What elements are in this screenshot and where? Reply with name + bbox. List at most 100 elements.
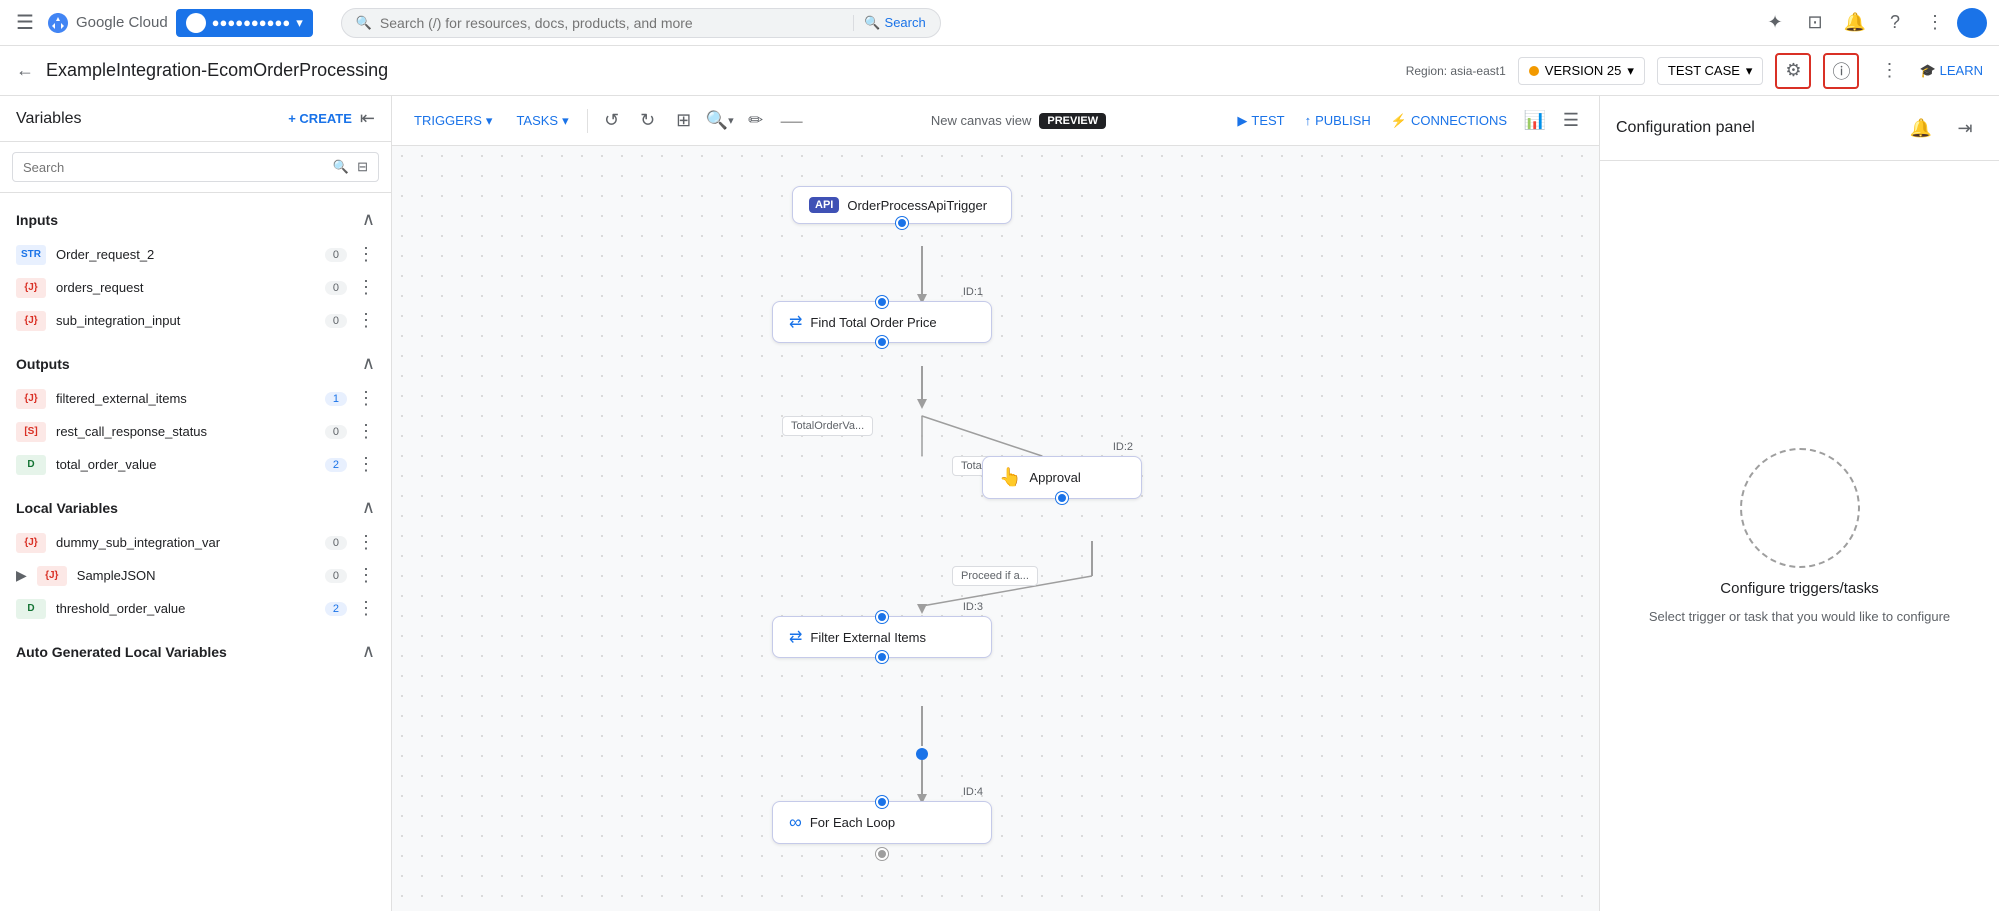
var-more-icon[interactable]: ⋮ bbox=[357, 454, 375, 475]
node-input-dot bbox=[876, 796, 888, 808]
new-canvas-toggle: New canvas view PREVIEW bbox=[931, 113, 1106, 129]
local-vars-section-header[interactable]: Local Variables ∧ bbox=[0, 489, 391, 526]
canvas-svg bbox=[392, 146, 1599, 911]
var-type-badge: {J} bbox=[16, 278, 46, 298]
pen-tool-button[interactable]: ✏ bbox=[740, 105, 772, 137]
version-label: VERSION 25 bbox=[1545, 63, 1622, 78]
top-nav: ☰ Google Cloud ⬡ ●●●●●●●●●● ▾ 🔍 🔍 Search… bbox=[0, 0, 1999, 46]
var-more-icon[interactable]: ⋮ bbox=[357, 388, 375, 409]
canvas-menu-button[interactable]: ☰ bbox=[1555, 105, 1587, 137]
learn-button[interactable]: 🎓 LEARN bbox=[1919, 63, 1983, 79]
publish-button[interactable]: ↑ PUBLISH bbox=[1297, 108, 1379, 133]
panel-expand-icon[interactable]: ⇥ bbox=[1947, 110, 1983, 146]
var-more-icon[interactable]: ⋮ bbox=[357, 244, 375, 265]
list-item[interactable]: [S] rest_call_response_status 0 ⋮ bbox=[0, 415, 391, 448]
connections-button[interactable]: ⚡ CONNECTIONS bbox=[1383, 108, 1515, 134]
learn-label: LEARN bbox=[1940, 63, 1983, 78]
redo-button[interactable]: ↻ bbox=[632, 105, 664, 137]
minus-button[interactable]: — bbox=[776, 105, 808, 137]
canvas-area: TRIGGERS ▾ TASKS ▾ ↺ ↻ ⊞ 🔍 ▾ ✏ — New can… bbox=[392, 96, 1599, 911]
ai-icon-btn[interactable]: ✦ bbox=[1757, 5, 1793, 41]
var-more-icon[interactable]: ⋮ bbox=[357, 532, 375, 553]
filter-icon[interactable]: ⊟ bbox=[357, 159, 368, 175]
layout-button[interactable]: ⊞ bbox=[668, 105, 700, 137]
inputs-section-header[interactable]: Inputs ∧ bbox=[0, 201, 391, 238]
edge-label-box: Proceed if a... bbox=[952, 566, 1038, 586]
help-icon-btn[interactable]: ? bbox=[1877, 5, 1913, 41]
global-search-bar: 🔍 🔍 Search bbox=[341, 8, 941, 38]
undo-button[interactable]: ↺ bbox=[596, 105, 628, 137]
expand-icon[interactable]: ▶ bbox=[16, 567, 27, 584]
triggers-button[interactable]: TRIGGERS ▾ bbox=[404, 108, 502, 134]
sidebar-title: Variables bbox=[16, 110, 82, 128]
publish-label: PUBLISH bbox=[1315, 113, 1371, 128]
sidebar-search: 🔍 ⊟ bbox=[0, 142, 391, 193]
canvas[interactable]: API OrderProcessApiTrigger ⇄ Find Total … bbox=[392, 146, 1599, 911]
chart-button[interactable]: 📊 bbox=[1519, 105, 1551, 137]
node-output-dot bbox=[896, 217, 908, 229]
var-ref-count: 0 bbox=[325, 536, 347, 550]
var-more-icon[interactable]: ⋮ bbox=[357, 310, 375, 331]
var-name: filtered_external_items bbox=[56, 391, 315, 406]
main-layout: Variables + CREATE ⇤ 🔍 ⊟ Inputs ∧ STR Or… bbox=[0, 96, 1999, 911]
var-ref-count: 1 bbox=[325, 392, 347, 406]
var-type-badge: D bbox=[16, 455, 46, 475]
var-more-icon[interactable]: ⋮ bbox=[357, 598, 375, 619]
version-selector[interactable]: VERSION 25 ▾ bbox=[1518, 57, 1645, 85]
list-item[interactable]: STR Order_request_2 0 ⋮ bbox=[0, 238, 391, 271]
list-item[interactable]: {J} orders_request 0 ⋮ bbox=[0, 271, 391, 304]
search-button[interactable]: 🔍 Search bbox=[853, 15, 925, 31]
find-total-order-price-node[interactable]: ⇄ Find Total Order Price ID:1 bbox=[772, 301, 992, 343]
var-more-icon[interactable]: ⋮ bbox=[357, 277, 375, 298]
panel-message-subtitle: Select trigger or task that you would li… bbox=[1649, 609, 1950, 624]
var-more-icon[interactable]: ⋮ bbox=[357, 565, 375, 586]
second-nav-more-button[interactable]: ⋮ bbox=[1871, 53, 1907, 89]
info-button[interactable]: ⓘ bbox=[1823, 53, 1859, 89]
sidebar-search-input[interactable] bbox=[23, 160, 325, 175]
filter-external-items-node[interactable]: ⇄ Filter External Items ID:3 bbox=[772, 616, 992, 658]
apps-icon-btn[interactable]: ⊡ bbox=[1797, 5, 1833, 41]
panel-title: Configuration panel bbox=[1616, 119, 1755, 137]
collapse-sidebar-button[interactable]: ⇤ bbox=[360, 108, 375, 129]
var-ref-count: 0 bbox=[325, 425, 347, 439]
panel-message-title: Configure triggers/tasks bbox=[1720, 580, 1878, 597]
node-output-dot bbox=[876, 651, 888, 663]
test-case-button[interactable]: TEST CASE ▾ bbox=[1657, 57, 1764, 85]
test-case-label: TEST CASE bbox=[1668, 63, 1740, 78]
list-item[interactable]: D threshold_order_value 2 ⋮ bbox=[0, 592, 391, 625]
var-ref-count: 2 bbox=[325, 458, 347, 472]
avatar[interactable] bbox=[1957, 8, 1987, 38]
approval-node[interactable]: 👆 Approval ID:2 bbox=[982, 456, 1142, 499]
list-item[interactable]: {J} filtered_external_items 1 ⋮ bbox=[0, 382, 391, 415]
var-ref-count: 0 bbox=[325, 281, 347, 295]
menu-icon[interactable]: ☰ bbox=[12, 6, 38, 39]
more-icon-btn[interactable]: ⋮ bbox=[1917, 5, 1953, 41]
list-item[interactable]: {J} dummy_sub_integration_var 0 ⋮ bbox=[0, 526, 391, 559]
outputs-section-header[interactable]: Outputs ∧ bbox=[0, 345, 391, 382]
list-item[interactable]: ▶ {J} SampleJSON 0 ⋮ bbox=[0, 559, 391, 592]
back-button[interactable]: ← bbox=[16, 60, 34, 81]
create-variable-button[interactable]: + CREATE bbox=[288, 111, 352, 126]
tasks-button[interactable]: TASKS ▾ bbox=[506, 108, 578, 134]
list-item[interactable]: D total_order_value 2 ⋮ bbox=[0, 448, 391, 481]
var-ref-count: 2 bbox=[325, 602, 347, 616]
notifications-icon-btn[interactable]: 🔔 bbox=[1837, 5, 1873, 41]
for-each-loop-node[interactable]: ∞ For Each Loop ID:4 bbox=[772, 801, 992, 860]
panel-notifications-icon[interactable]: 🔔 bbox=[1903, 110, 1939, 146]
sidebar-search-container: 🔍 ⊟ bbox=[12, 152, 379, 182]
api-trigger-node[interactable]: API OrderProcessApiTrigger bbox=[792, 186, 1012, 224]
test-button[interactable]: ▶ TEST bbox=[1229, 108, 1292, 134]
test-case-chevron-icon: ▾ bbox=[1746, 63, 1753, 79]
var-more-icon[interactable]: ⋮ bbox=[357, 421, 375, 442]
zoom-button[interactable]: 🔍 ▾ bbox=[704, 105, 736, 137]
project-selector[interactable]: ⬡ ●●●●●●●●●● ▾ bbox=[176, 9, 313, 37]
right-panel-header: Configuration panel 🔔 ⇥ bbox=[1600, 96, 1999, 161]
task-label: Find Total Order Price bbox=[810, 315, 936, 330]
settings-gear-button[interactable]: ⚙ bbox=[1775, 53, 1811, 89]
right-panel-content: Configure triggers/tasks Select trigger … bbox=[1600, 161, 1999, 911]
node-id: ID:3 bbox=[963, 601, 983, 613]
list-item[interactable]: {J} sub_integration_input 0 ⋮ bbox=[0, 304, 391, 337]
var-name: rest_call_response_status bbox=[56, 424, 315, 439]
search-input[interactable] bbox=[380, 15, 845, 31]
auto-gen-section-header[interactable]: Auto Generated Local Variables ∧ bbox=[0, 633, 391, 670]
